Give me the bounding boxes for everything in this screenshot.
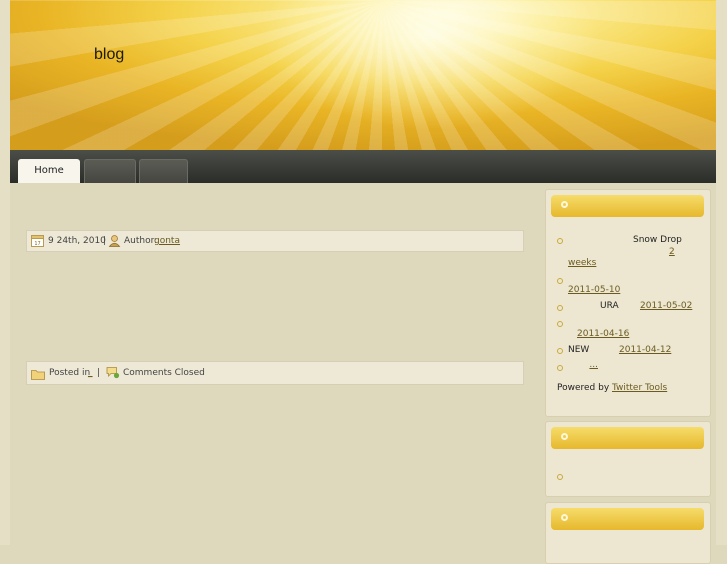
comments-status: Comments Closed — [123, 368, 205, 378]
tweet-time-link[interactable]: 2 — [669, 247, 675, 257]
post-footer-bar: Posted in _ | Comments Closed — [26, 361, 524, 385]
tweet-date-link[interactable]: 2011-04-16 — [577, 329, 629, 339]
header-glow-decoration — [260, 0, 600, 130]
post-date: 9 24th, 2010 — [48, 236, 106, 246]
tweet-bullet-icon — [557, 321, 563, 327]
tweet-bullet-icon — [557, 348, 563, 354]
tweet-bullet-icon — [557, 305, 563, 311]
widget-header-bullet-icon — [561, 514, 568, 521]
page-edge-right — [716, 0, 727, 545]
site-header: blog — [10, 0, 716, 150]
tweet-bullet-icon — [557, 238, 563, 244]
tweet-text: NEW — [568, 345, 590, 355]
nav-tab-home[interactable]: Home — [18, 159, 80, 183]
powered-by-label: Powered by — [557, 383, 610, 393]
tweet-text: URA — [600, 301, 619, 311]
sidebar-widget-2-header — [551, 427, 704, 449]
tweet-date-link[interactable]: 2011-05-10 — [568, 285, 620, 295]
tweet-bullet-icon — [557, 278, 563, 284]
tweet-more-link[interactable]: ... — [568, 360, 598, 370]
main-navigation: Home — [10, 150, 716, 183]
twitter-widget-header — [551, 195, 704, 217]
widget-header-bullet-icon — [561, 201, 568, 208]
tweet-bullet-icon — [557, 365, 563, 371]
posted-in-label: Posted in — [49, 368, 91, 378]
meta-separator: | — [103, 236, 107, 246]
author-label: Author: — [124, 236, 158, 246]
sidebar-widget-2-link[interactable] — [568, 471, 585, 481]
widget-header-bullet-icon — [561, 433, 568, 440]
nav-tab-2[interactable] — [84, 159, 136, 183]
sidebar-widget-3-header — [551, 508, 704, 530]
tweet-time-link[interactable]: weeks — [568, 258, 596, 268]
calendar-icon: 17 — [31, 234, 44, 255]
blog-title[interactable]: blog — [94, 46, 124, 64]
twitter-widget: Snow Drop 2 weeks 2011-05-10 URA 2011-05… — [545, 189, 711, 417]
page-edge-left — [0, 0, 10, 545]
tweet-date-link[interactable]: 2011-05-02 — [640, 301, 692, 311]
tweet-date-link[interactable]: 2011-04-12 — [619, 345, 671, 355]
footer-separator: | — [97, 368, 101, 378]
post-meta-bar: 17 9 24th, 2010 | Author: gonta — [26, 230, 524, 252]
comments-icon — [106, 366, 120, 388]
nav-tab-3[interactable] — [139, 159, 188, 183]
author-icon — [108, 234, 121, 255]
svg-text:17: 17 — [34, 241, 40, 247]
folder-icon — [31, 367, 45, 389]
list-bullet-icon — [557, 474, 563, 480]
sidebar-widget-3 — [545, 502, 711, 564]
category-link[interactable]: _ — [88, 362, 93, 384]
tweet-text: Snow Drop — [633, 235, 682, 245]
twitter-tools-link[interactable]: Twitter Tools — [612, 383, 667, 393]
author-link[interactable]: gonta — [154, 231, 180, 251]
sidebar-widget-2 — [545, 421, 711, 497]
